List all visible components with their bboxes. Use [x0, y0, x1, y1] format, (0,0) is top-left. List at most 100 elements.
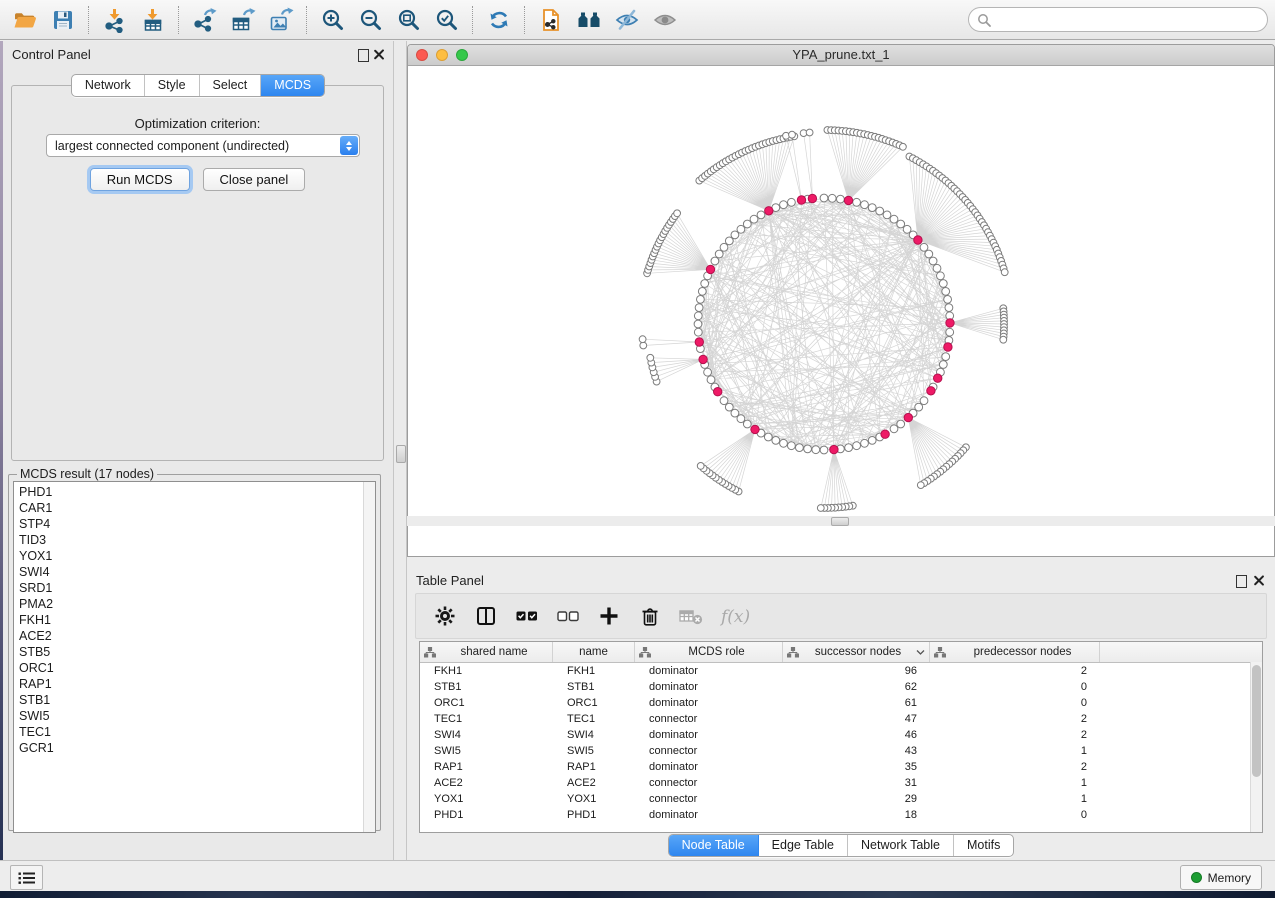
table-row[interactable]: SWI5SWI5connector431: [420, 743, 1262, 759]
graph-node[interactable]: [933, 264, 941, 272]
graph-hub-node[interactable]: [695, 338, 703, 346]
vertical-splitter[interactable]: [393, 41, 407, 860]
graph-node[interactable]: [1001, 269, 1008, 276]
result-item[interactable]: RAP1: [14, 676, 375, 692]
graph-node[interactable]: [737, 225, 745, 233]
graph-node[interactable]: [704, 368, 712, 376]
graph-node[interactable]: [772, 437, 780, 445]
graph-node[interactable]: [853, 198, 861, 206]
column-header-successor-nodes[interactable]: successor nodes: [783, 642, 930, 662]
result-item[interactable]: TEC1: [14, 724, 375, 740]
zoom-selected-button[interactable]: [428, 4, 466, 36]
graph-hub-node[interactable]: [751, 425, 759, 433]
graph-node[interactable]: [942, 288, 950, 296]
graph-node[interactable]: [1000, 336, 1007, 343]
show-columns-button[interactable]: [473, 603, 499, 629]
graph-node[interactable]: [883, 211, 891, 219]
close-table-panel-icon[interactable]: [1253, 575, 1264, 586]
graph-node[interactable]: [720, 397, 728, 405]
float-panel-icon[interactable]: [358, 49, 369, 62]
graph-hub-node[interactable]: [699, 355, 707, 363]
graph-node[interactable]: [861, 201, 869, 209]
table-scrollbar[interactable]: [1250, 662, 1262, 832]
result-scrollbar[interactable]: [363, 482, 375, 832]
graph-hub-node[interactable]: [844, 196, 852, 204]
graph-node[interactable]: [796, 444, 804, 452]
graph-node[interactable]: [725, 403, 733, 411]
graph-hub-node[interactable]: [765, 207, 773, 215]
tab-motifs[interactable]: Motifs: [954, 835, 1013, 856]
tab-mcds[interactable]: MCDS: [261, 75, 324, 96]
close-window-icon[interactable]: [416, 49, 428, 61]
graph-node[interactable]: [876, 207, 884, 215]
run-mcds-button[interactable]: Run MCDS: [90, 168, 190, 191]
criterion-dropdown[interactable]: largest connected component (undirected): [46, 134, 360, 157]
refresh-button[interactable]: [480, 4, 518, 36]
graph-node[interactable]: [845, 444, 853, 452]
graph-node[interactable]: [674, 210, 681, 217]
table-row[interactable]: STB1STB1dominator620: [420, 679, 1262, 695]
graph-node[interactable]: [780, 201, 788, 209]
graph-node[interactable]: [897, 420, 905, 428]
result-item[interactable]: SRD1: [14, 580, 375, 596]
graph-node[interactable]: [944, 296, 952, 304]
result-item[interactable]: STB1: [14, 692, 375, 708]
table-row[interactable]: RAP1RAP1dominator352: [420, 759, 1262, 775]
delete-table-button[interactable]: [678, 603, 704, 629]
table-row[interactable]: FKH1FKH1dominator962: [420, 663, 1262, 679]
graph-node[interactable]: [707, 376, 715, 384]
minimize-window-icon[interactable]: [436, 49, 448, 61]
result-item[interactable]: PHD1: [14, 482, 375, 500]
export-table-button[interactable]: [224, 4, 262, 36]
graph-node[interactable]: [945, 304, 953, 312]
binoculars-button[interactable]: [570, 4, 608, 36]
result-item[interactable]: STP4: [14, 516, 375, 532]
import-table-button[interactable]: [134, 4, 172, 36]
import-network-button[interactable]: [96, 4, 134, 36]
graph-node[interactable]: [861, 439, 869, 447]
graph-hub-node[interactable]: [914, 236, 922, 244]
graph-node[interactable]: [939, 361, 947, 369]
column-header-MCDS-role[interactable]: MCDS role: [635, 642, 783, 662]
result-item[interactable]: TID3: [14, 532, 375, 548]
graph-hub-node[interactable]: [808, 194, 816, 202]
network-view[interactable]: [408, 66, 1274, 557]
search-input[interactable]: [996, 12, 1267, 28]
graph-node[interactable]: [694, 328, 702, 336]
table-row[interactable]: ACE2ACE2connector311: [420, 775, 1262, 791]
graph-node[interactable]: [697, 463, 704, 470]
result-item[interactable]: STB5: [14, 644, 375, 660]
tab-node-table[interactable]: Node Table: [669, 835, 759, 856]
table-row[interactable]: ORC1ORC1dominator610: [420, 695, 1262, 711]
result-item[interactable]: CAR1: [14, 500, 375, 516]
graph-node[interactable]: [853, 442, 861, 450]
graph-node[interactable]: [701, 280, 709, 288]
graph-node[interactable]: [743, 220, 751, 228]
graph-node[interactable]: [890, 425, 898, 433]
graph-node[interactable]: [788, 198, 796, 206]
graph-node[interactable]: [942, 353, 950, 361]
graph-node[interactable]: [820, 446, 828, 454]
column-header-shared-name[interactable]: shared name: [420, 642, 553, 662]
graph-node[interactable]: [695, 304, 703, 312]
graph-hub-node[interactable]: [830, 445, 838, 453]
graph-node[interactable]: [837, 195, 845, 203]
zoom-out-button[interactable]: [352, 4, 390, 36]
graph-node[interactable]: [697, 296, 705, 304]
result-item[interactable]: PMA2: [14, 596, 375, 612]
table-row[interactable]: TEC1TEC1connector472: [420, 711, 1262, 727]
result-item[interactable]: GCR1: [14, 740, 375, 756]
table-row[interactable]: PHD1PHD1dominator180: [420, 807, 1262, 823]
graph-node[interactable]: [897, 220, 905, 228]
table-row[interactable]: SWI4SWI4dominator462: [420, 727, 1262, 743]
column-header-predecessor-nodes[interactable]: predecessor nodes: [930, 642, 1100, 662]
result-item[interactable]: SWI4: [14, 564, 375, 580]
graph-node[interactable]: [780, 439, 788, 447]
network-titlebar[interactable]: YPA_prune.txt_1: [408, 45, 1274, 66]
result-item[interactable]: YOX1: [14, 548, 375, 564]
scrollbar-thumb[interactable]: [1252, 665, 1261, 777]
graph-node[interactable]: [789, 131, 796, 138]
export-network-button[interactable]: [186, 4, 224, 36]
graph-node[interactable]: [868, 204, 876, 212]
graph-hub-node[interactable]: [927, 387, 935, 395]
